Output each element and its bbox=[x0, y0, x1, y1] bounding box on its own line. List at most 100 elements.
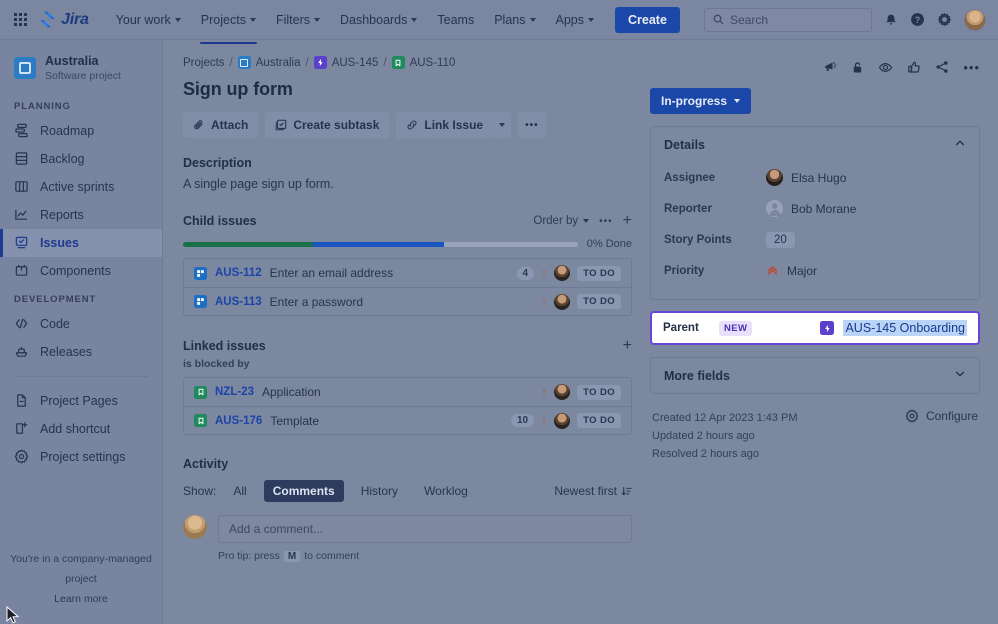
lock-icon[interactable] bbox=[851, 61, 864, 74]
tab-all[interactable]: All bbox=[224, 480, 255, 502]
more-actions-icon[interactable]: ••• bbox=[963, 61, 980, 74]
issue-key-link[interactable]: NZL-23 bbox=[215, 386, 254, 398]
tab-history[interactable]: History bbox=[352, 480, 407, 502]
link-issue-dropdown-button[interactable] bbox=[493, 112, 511, 138]
status-dropdown-button[interactable]: In-progress bbox=[650, 88, 751, 114]
assignee-avatar[interactable] bbox=[554, 294, 570, 310]
row-meta: ↑ TO DO bbox=[541, 294, 621, 310]
link-issue-button[interactable]: Link Issue bbox=[396, 112, 493, 138]
configure-button[interactable]: Configure bbox=[905, 409, 978, 423]
learn-more-link[interactable]: Learn more bbox=[10, 590, 152, 610]
field-priority[interactable]: Priority Major bbox=[664, 255, 966, 286]
nav-apps[interactable]: Apps bbox=[547, 5, 604, 35]
reports-chart-icon bbox=[14, 207, 29, 222]
notifications-bell-icon[interactable] bbox=[884, 13, 898, 27]
parent-value[interactable]: AUS-145 Onboarding bbox=[820, 320, 967, 336]
order-by-button[interactable]: Order by bbox=[533, 215, 589, 227]
nav-filters-label: Filters bbox=[276, 13, 310, 27]
help-icon[interactable]: ? bbox=[910, 12, 925, 27]
nav-teams[interactable]: Teams bbox=[428, 5, 483, 35]
sidebar-item-backlog[interactable]: Backlog bbox=[0, 145, 162, 173]
sidebar-project-name: Australia bbox=[45, 54, 121, 70]
sidebar-item-reports[interactable]: Reports bbox=[0, 201, 162, 229]
user-avatar[interactable] bbox=[964, 9, 986, 31]
sidebar-item-active-sprints[interactable]: Active sprints bbox=[0, 173, 162, 201]
add-shortcut-icon bbox=[14, 421, 29, 436]
sidebar-item-roadmap-label: Roadmap bbox=[40, 124, 94, 138]
nav-projects[interactable]: Projects bbox=[192, 5, 265, 35]
status-badge[interactable]: TO DO bbox=[577, 294, 621, 309]
parent-issue-link[interactable]: AUS-145 Onboarding bbox=[843, 320, 967, 336]
more-fields-panel[interactable]: More fields bbox=[650, 357, 980, 394]
create-subtask-button[interactable]: Create subtask bbox=[265, 112, 389, 138]
nav-plans[interactable]: Plans bbox=[485, 5, 544, 35]
table-row[interactable]: NZL-23 Application ↑ TO DO bbox=[184, 378, 631, 406]
sidebar-item-releases[interactable]: Releases bbox=[0, 338, 162, 366]
field-parent[interactable]: Parent NEW AUS-145 Onboarding bbox=[650, 311, 980, 345]
issue-key-link[interactable]: AUS-113 bbox=[215, 296, 262, 308]
issue-actions-row: ••• bbox=[650, 56, 980, 78]
breadcrumb-epic[interactable]: AUS-145 bbox=[332, 57, 379, 69]
settings-gear-icon[interactable] bbox=[937, 12, 952, 27]
releases-ship-icon bbox=[14, 344, 29, 359]
sidebar-item-roadmap[interactable]: Roadmap bbox=[0, 117, 162, 145]
child-issues-actions: Order by ••• + bbox=[533, 213, 632, 229]
jira-logo[interactable]: Jira bbox=[39, 11, 89, 29]
table-row[interactable]: AUS-113 Enter a password ↑ TO DO bbox=[184, 287, 631, 315]
story-points-badge: 10 bbox=[511, 414, 534, 427]
nav-your-work[interactable]: Your work bbox=[107, 5, 190, 35]
status-badge[interactable]: TO DO bbox=[577, 413, 621, 428]
more-fields-header[interactable]: More fields bbox=[651, 358, 979, 393]
sort-order-button[interactable]: Newest first bbox=[554, 484, 632, 498]
issue-key-link[interactable]: AUS-112 bbox=[215, 267, 262, 279]
breadcrumb-separator: / bbox=[306, 57, 309, 69]
more-actions-button[interactable]: ••• bbox=[518, 112, 546, 138]
assignee-avatar[interactable] bbox=[554, 413, 570, 429]
linked-issues-header: Linked issues + bbox=[183, 338, 632, 354]
share-icon[interactable] bbox=[935, 60, 949, 74]
assignee-avatar[interactable] bbox=[554, 265, 570, 281]
nav-filters[interactable]: Filters bbox=[267, 5, 329, 35]
chevron-down-icon bbox=[314, 18, 320, 22]
chevron-down-icon bbox=[588, 18, 594, 22]
field-story-points[interactable]: Story Points 20 bbox=[664, 224, 966, 255]
breadcrumb-project[interactable]: Australia bbox=[256, 57, 301, 69]
breadcrumb-issue[interactable]: AUS-110 bbox=[410, 57, 456, 69]
details-panel-header[interactable]: Details bbox=[651, 127, 979, 162]
field-assignee[interactable]: Assignee Elsa Hugo bbox=[664, 162, 966, 193]
like-thumbsup-icon[interactable] bbox=[907, 60, 921, 74]
table-row[interactable]: AUS-176 Template 10 ↑ TO DO bbox=[184, 406, 631, 434]
nav-dashboards[interactable]: Dashboards bbox=[331, 5, 426, 35]
sidebar-item-project-settings[interactable]: Project settings bbox=[0, 443, 162, 471]
tab-comments[interactable]: Comments bbox=[264, 480, 344, 502]
sidebar-item-add-shortcut[interactable]: Add shortcut bbox=[0, 415, 162, 443]
tab-worklog[interactable]: Worklog bbox=[415, 480, 477, 502]
description-body[interactable]: A single page sign up form. bbox=[183, 177, 632, 191]
table-row[interactable]: AUS-112 Enter an email address 4 ↑ TO DO bbox=[184, 259, 631, 287]
sidebar-item-code[interactable]: Code bbox=[0, 310, 162, 338]
link-issue-label: Link Issue bbox=[424, 118, 483, 132]
create-button[interactable]: Create bbox=[615, 7, 680, 33]
breadcrumb-projects[interactable]: Projects bbox=[183, 57, 225, 69]
sidebar-divider bbox=[14, 376, 148, 377]
sidebar-item-project-pages[interactable]: Project Pages bbox=[0, 387, 162, 415]
child-issues-more-icon[interactable]: ••• bbox=[599, 216, 613, 227]
watch-eye-icon[interactable] bbox=[878, 60, 893, 75]
field-reporter[interactable]: Reporter Bob Morane bbox=[664, 193, 966, 224]
sidebar-item-issues[interactable]: Issues bbox=[0, 229, 162, 257]
assignee-avatar[interactable] bbox=[554, 384, 570, 400]
add-child-issue-icon[interactable]: + bbox=[623, 213, 632, 229]
sidebar-project-header[interactable]: Australia Software project bbox=[0, 40, 162, 92]
nav-projects-label: Projects bbox=[201, 13, 246, 27]
attach-button[interactable]: Attach bbox=[183, 112, 258, 138]
status-badge[interactable]: TO DO bbox=[577, 385, 621, 400]
apps-grid-icon[interactable] bbox=[14, 13, 27, 26]
search-input[interactable]: Search bbox=[704, 8, 872, 32]
sidebar-item-components[interactable]: Components bbox=[0, 257, 162, 285]
comment-input[interactable]: Add a comment... bbox=[218, 515, 632, 543]
feedback-megaphone-icon[interactable] bbox=[823, 60, 837, 74]
add-linked-issue-icon[interactable]: + bbox=[623, 338, 632, 354]
status-badge[interactable]: TO DO bbox=[577, 266, 621, 281]
issue-key-link[interactable]: AUS-176 bbox=[215, 415, 262, 427]
roadmap-icon bbox=[14, 123, 29, 138]
